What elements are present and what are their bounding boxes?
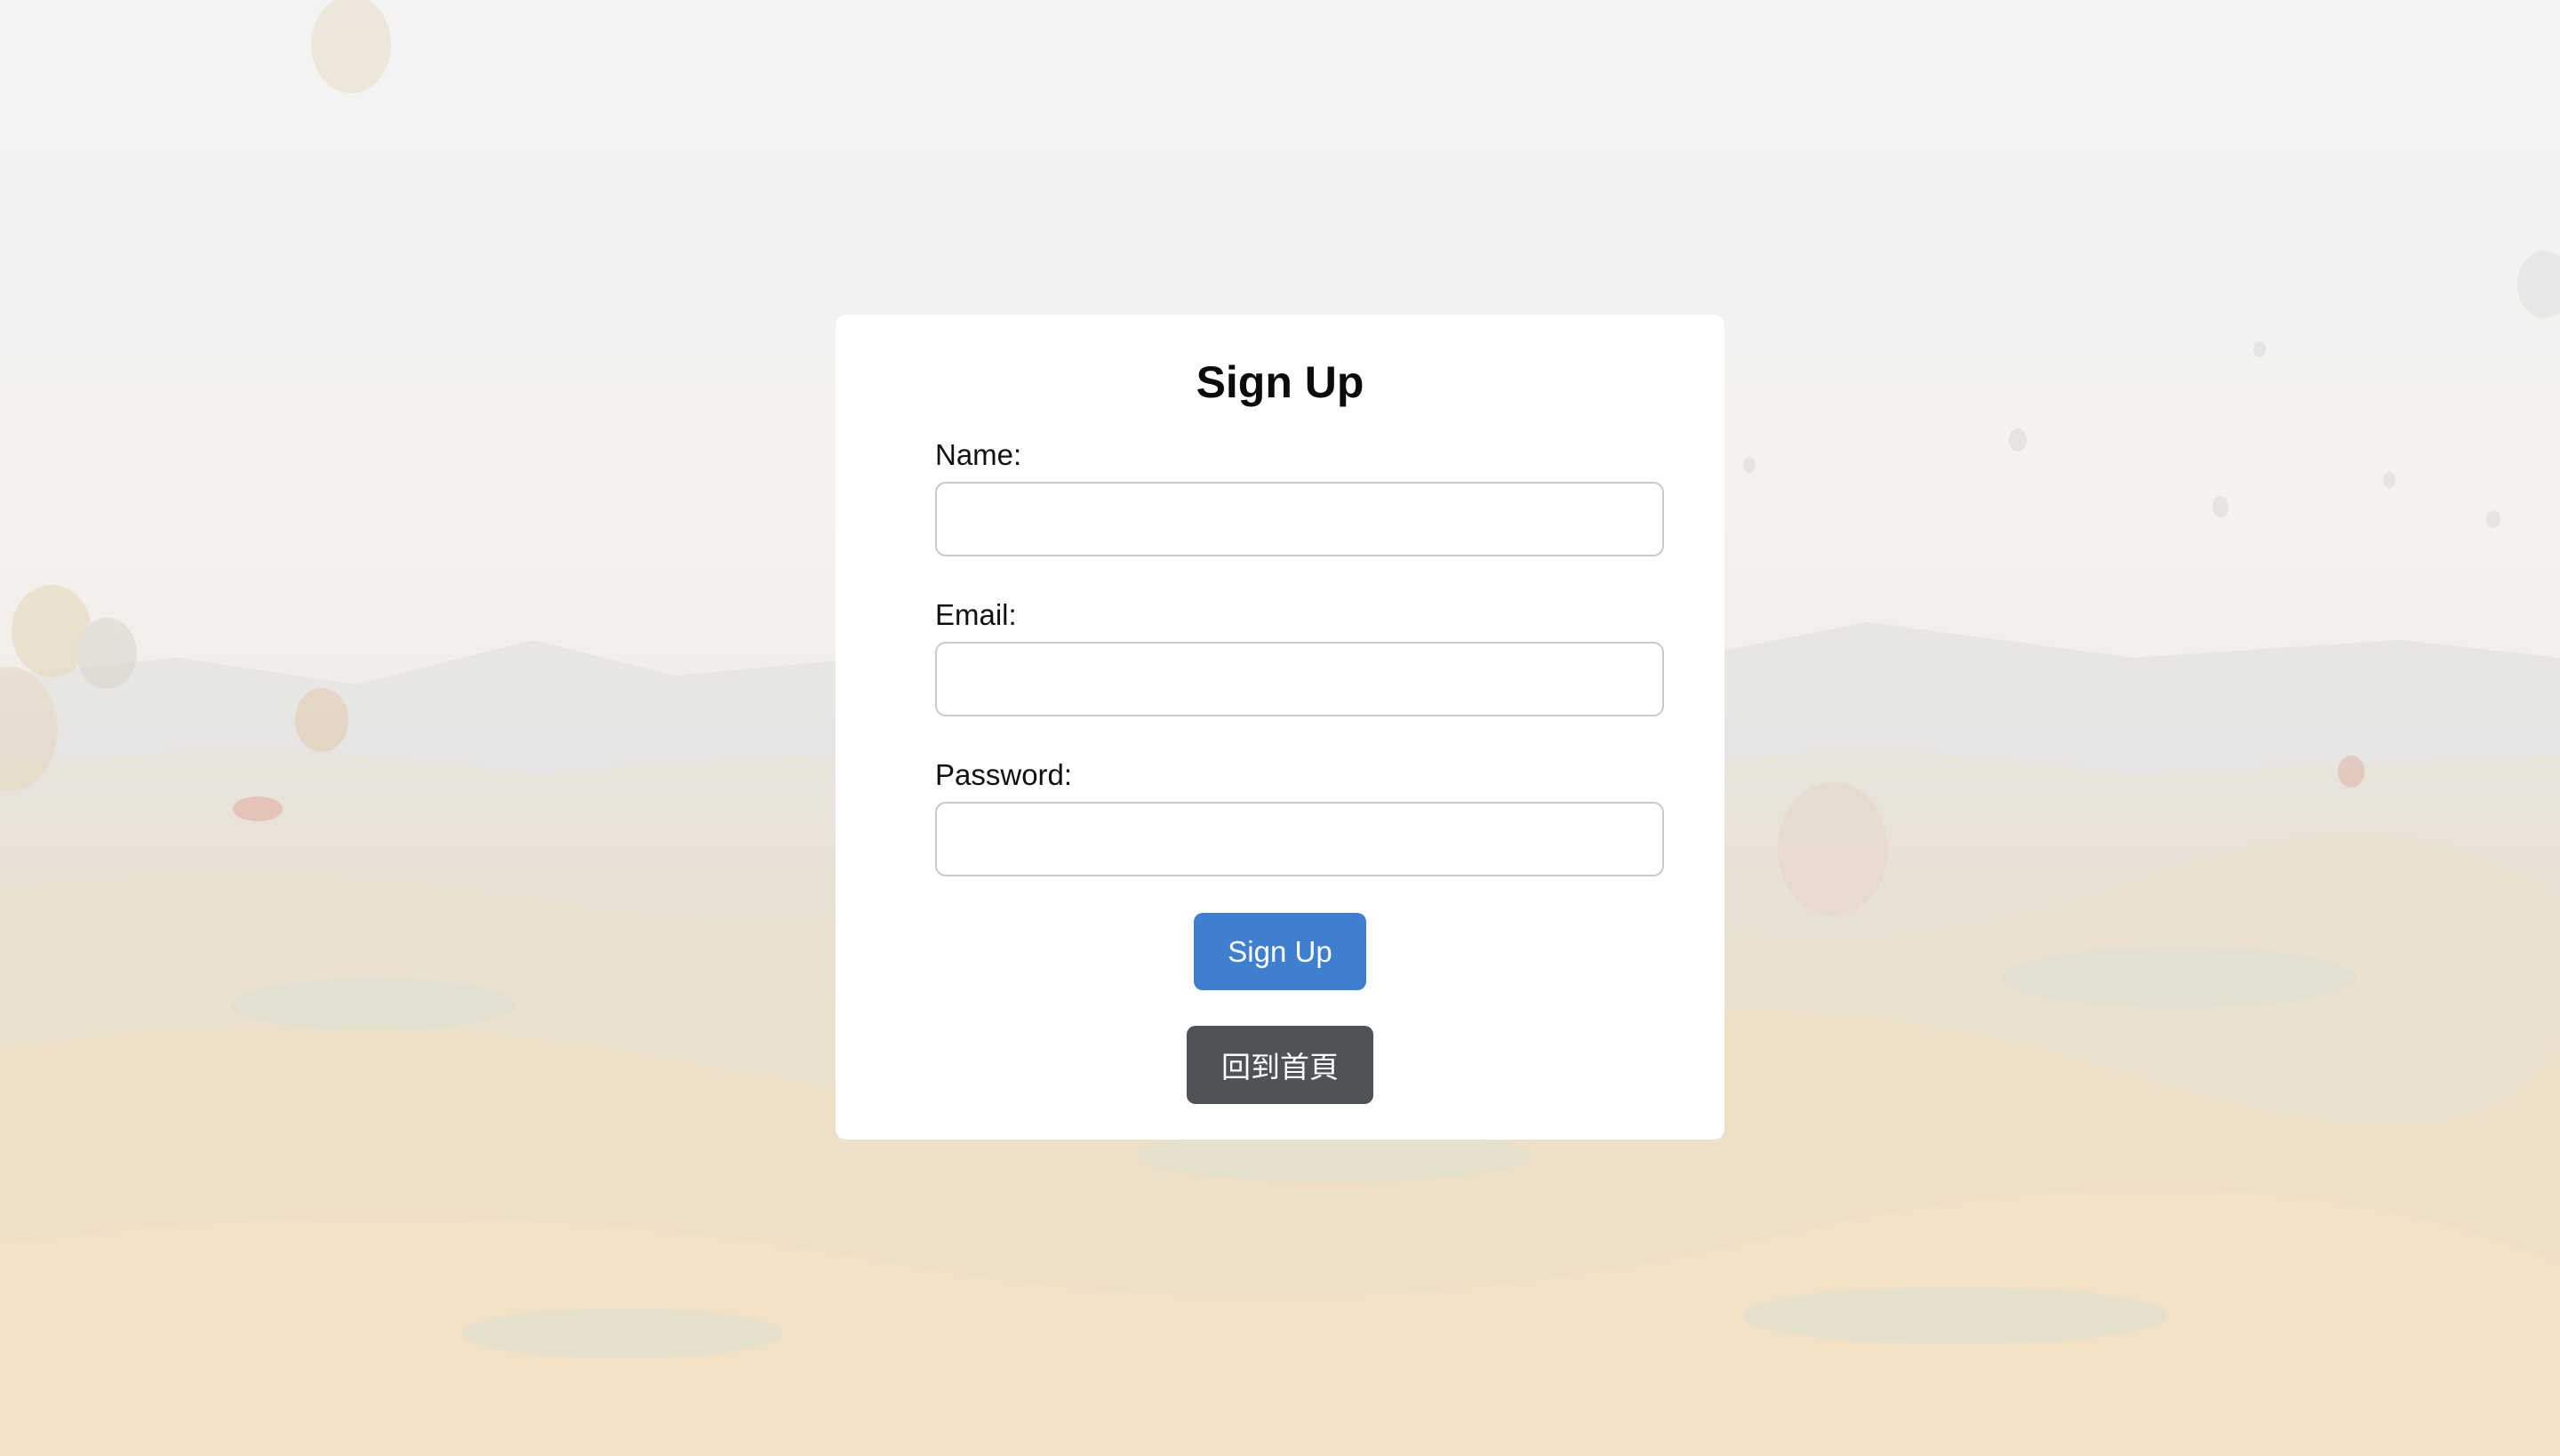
back-to-home-button[interactable]: 回到首頁 (1187, 1026, 1373, 1104)
password-label: Password: (935, 758, 1073, 791)
password-input[interactable] (935, 802, 1664, 876)
email-input[interactable] (935, 642, 1664, 716)
signup-page: Sign Up Name: Email: Password: Sign Up 回… (0, 0, 2560, 1456)
name-input[interactable] (935, 482, 1664, 556)
email-label: Email: (935, 598, 1017, 631)
sign-up-button[interactable]: Sign Up (1194, 913, 1366, 990)
name-label: Name: (935, 438, 1022, 471)
page-title: Sign Up (1196, 357, 1364, 407)
